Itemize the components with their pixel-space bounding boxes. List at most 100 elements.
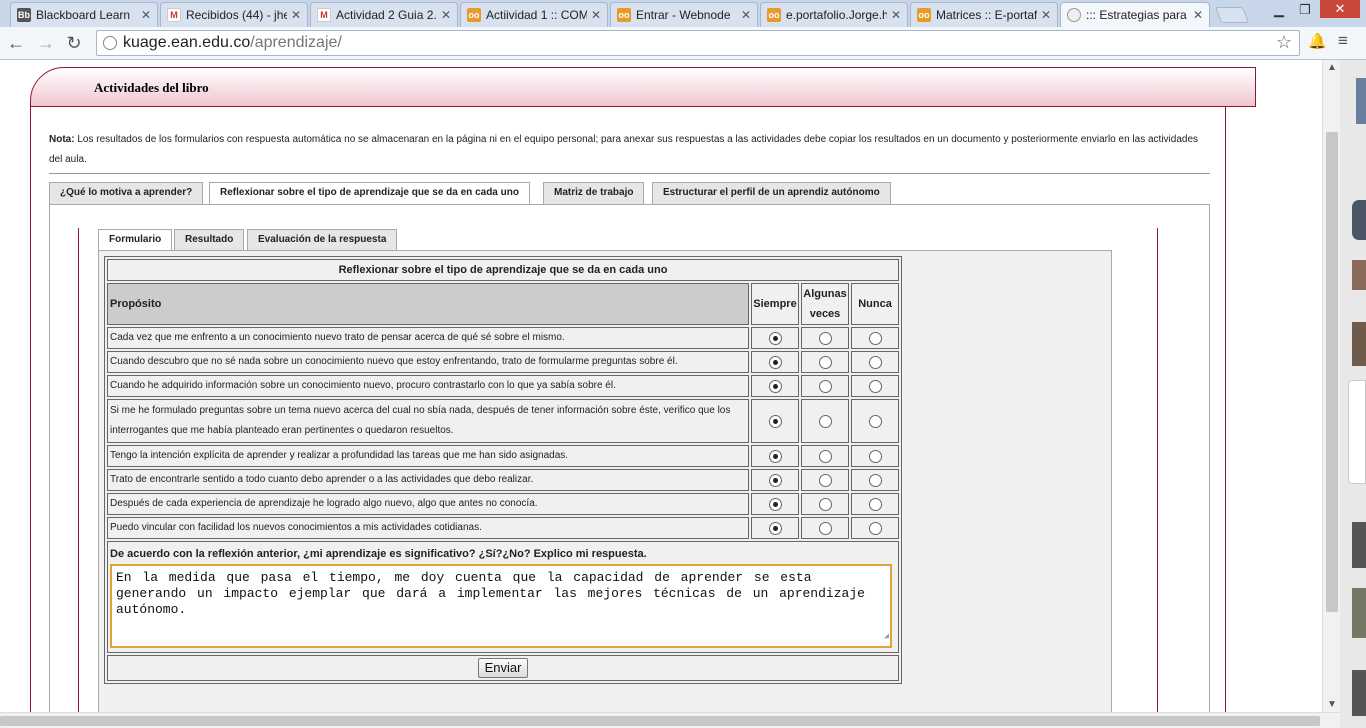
browser-tab[interactable]: M Actividad 2 Guia 2. ✕ (310, 2, 458, 27)
question-row: Cada vez que me enfrento a un conocimien… (107, 327, 899, 349)
radio-nunca[interactable] (868, 379, 882, 393)
owl-icon: oo (617, 8, 631, 22)
tab-matriz[interactable]: Matriz de trabajo (543, 182, 645, 204)
close-icon[interactable]: ✕ (141, 8, 151, 22)
scroll-thumb-horizontal[interactable] (0, 716, 1320, 726)
col-nunca: Nunca (851, 283, 899, 325)
col-proposito: Propósito (107, 283, 749, 325)
browser-toolbar: ← → ↻ kuage.ean.edu.co/aprendizaje/ ☆ 🔔 … (0, 27, 1366, 60)
radio-algunas[interactable] (818, 414, 832, 428)
menu-icon[interactable]: ≡ (1338, 31, 1348, 51)
resize-grip-icon[interactable]: ◢ (884, 629, 889, 645)
scroll-up-icon[interactable]: ▲ (1323, 62, 1341, 73)
minimize-icon[interactable]: ▁ (1266, 2, 1292, 18)
answer-textarea[interactable]: En la medida que pasa el tiempo, me doy … (110, 564, 892, 648)
gmail-icon: M (317, 8, 331, 22)
radio-algunas[interactable] (818, 355, 832, 369)
radio-siempre[interactable] (768, 379, 782, 393)
section-header: Actividades del libro (30, 67, 1256, 107)
close-icon[interactable]: ✕ (741, 8, 751, 22)
radio-cell-algunas (801, 399, 849, 443)
radio-siempre[interactable] (768, 521, 782, 535)
radio-algunas[interactable] (818, 379, 832, 393)
radio-nunca[interactable] (868, 414, 882, 428)
owl-icon: oo (767, 8, 781, 22)
radio-siempre[interactable] (768, 497, 782, 511)
browser-chrome: Bb Blackboard Learn ✕ M Recibidos (44) - jh… (0, 0, 1366, 60)
scroll-thumb[interactable] (1326, 132, 1338, 612)
tab-perfil[interactable]: Estructurar el perfil de un aprendiz aut… (652, 182, 891, 204)
question-row: Si me he formulado preguntas sobre un te… (107, 399, 899, 443)
radio-nunca[interactable] (868, 355, 882, 369)
radio-nunca[interactable] (868, 331, 882, 345)
back-icon[interactable]: ← (4, 32, 28, 54)
radio-cell-algunas (801, 469, 849, 491)
col-algunas-veces: Algunas veces (801, 283, 849, 325)
radio-nunca[interactable] (868, 449, 882, 463)
gmail-icon: M (167, 8, 181, 22)
col-siempre: Siempre (751, 283, 799, 325)
vertical-scrollbar[interactable]: ▲ ▼ (1322, 60, 1340, 712)
browser-tab[interactable]: oo Entrar - Webnode ✕ (610, 2, 758, 27)
browser-tab[interactable]: oo Actiividad 1 :: COM ✕ (460, 2, 608, 27)
tab-reflexionar[interactable]: Reflexionar sobre el tipo de aprendizaje… (209, 182, 530, 205)
reload-icon[interactable]: ↻ (62, 32, 86, 54)
owl-icon: oo (917, 8, 931, 22)
radio-algunas[interactable] (818, 497, 832, 511)
radio-cell-algunas (801, 375, 849, 397)
radio-cell-siempre (751, 375, 799, 397)
browser-tab-active[interactable]: ::: Estrategias para ✕ (1060, 2, 1210, 27)
radio-algunas[interactable] (818, 473, 832, 487)
forward-icon[interactable]: → (34, 32, 58, 54)
radio-siempre[interactable] (768, 473, 782, 487)
radio-nunca[interactable] (868, 497, 882, 511)
close-icon[interactable]: ✕ (291, 8, 301, 22)
submit-row: Enviar (107, 655, 899, 681)
question-text: Cada vez que me enfrento a un conocimien… (107, 327, 749, 349)
radio-nunca[interactable] (868, 473, 882, 487)
radio-cell-siempre (751, 399, 799, 443)
bookmark-star-icon[interactable]: ☆ (1276, 32, 1292, 53)
close-icon[interactable]: ✕ (591, 8, 601, 22)
close-window-icon[interactable]: ✕ (1320, 0, 1360, 18)
blackboard-icon: Bb (17, 8, 31, 22)
question-row: Después de cada experiencia de aprendiza… (107, 493, 899, 515)
close-icon[interactable]: ✕ (1193, 8, 1203, 22)
radio-cell-nunca (851, 375, 899, 397)
close-icon[interactable]: ✕ (891, 8, 901, 22)
question-text: Tengo la intención explícita de aprender… (107, 445, 749, 467)
radio-cell-algunas (801, 517, 849, 539)
browser-tab[interactable]: oo e.portafolio.Jorge.h ✕ (760, 2, 908, 27)
tab-formulario[interactable]: Formulario (98, 229, 173, 252)
radio-siempre[interactable] (768, 331, 782, 345)
scroll-down-icon[interactable]: ▼ (1323, 699, 1341, 710)
radio-nunca[interactable] (868, 521, 882, 535)
restore-icon[interactable]: ❐ (1292, 2, 1318, 18)
browser-tab[interactable]: Bb Blackboard Learn ✕ (10, 2, 158, 27)
tab-motiva[interactable]: ¿Qué lo motiva a aprender? (49, 182, 204, 204)
browser-tab[interactable]: oo Matrices :: E-portaf ✕ (910, 2, 1058, 27)
radio-algunas[interactable] (818, 449, 832, 463)
radio-cell-algunas (801, 351, 849, 373)
radio-cell-algunas (801, 493, 849, 515)
globe-icon (1067, 8, 1081, 22)
browser-tab[interactable]: M Recibidos (44) - jhe ✕ (160, 2, 308, 27)
radio-cell-nunca (851, 351, 899, 373)
enviar-button[interactable]: Enviar (477, 658, 529, 678)
radio-algunas[interactable] (818, 521, 832, 535)
notification-bell-icon[interactable]: 🔔 (1308, 32, 1327, 50)
horizontal-scrollbar[interactable] (0, 712, 1340, 728)
radio-siempre[interactable] (768, 449, 782, 463)
address-bar[interactable]: kuage.ean.edu.co/aprendizaje/ (96, 30, 1300, 56)
close-icon[interactable]: ✕ (441, 8, 451, 22)
radio-cell-siempre (751, 517, 799, 539)
tab-evaluacion[interactable]: Evaluación de la respuesta (247, 229, 398, 251)
tab-resultado[interactable]: Resultado (174, 229, 245, 251)
new-tab-button[interactable] (1215, 7, 1249, 23)
radio-siempre[interactable] (768, 414, 782, 428)
radio-cell-nunca (851, 445, 899, 467)
close-icon[interactable]: ✕ (1041, 8, 1051, 22)
radio-siempre[interactable] (768, 355, 782, 369)
radio-cell-algunas (801, 327, 849, 349)
radio-algunas[interactable] (818, 331, 832, 345)
